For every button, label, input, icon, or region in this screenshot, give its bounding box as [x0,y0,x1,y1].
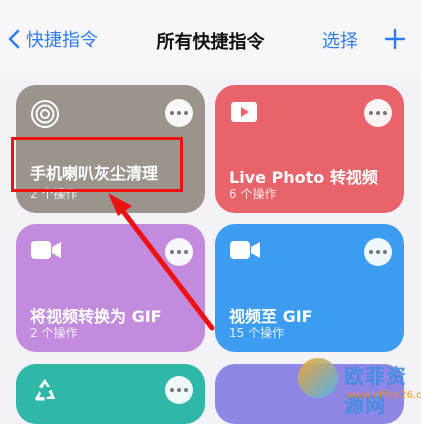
radio-wave-icon [30,99,60,133]
more-button[interactable] [364,99,392,127]
video-camera-icon [229,238,261,266]
recycle-icon [30,376,60,410]
more-button[interactable] [165,99,193,127]
shortcut-action-count: 6 个操作 [229,187,277,201]
shortcut-card-video-gif[interactable]: 视频至 GIF 15 个操作 [215,224,404,352]
watermark-logo-icon [298,358,338,398]
select-button[interactable]: 选择 [322,27,358,53]
play-icon [229,99,259,129]
watermark-url: www.office26.com [346,390,421,401]
shortcut-card-live-photo[interactable]: Live Photo 转视频 6 个操作 [215,85,404,213]
highlight-box [11,137,183,192]
watermark: 欧菲资源网 www.office26.com [288,352,421,417]
plus-icon [384,28,406,50]
add-button[interactable] [384,28,406,54]
shortcut-action-count: 2 个操作 [30,326,78,340]
navigation-bar: 快捷指令 所有快捷指令 选择 [0,0,421,78]
watermark-text: 欧菲资源网 [344,364,407,417]
shortcut-card-video-to-gif[interactable]: 将视频转换为 GIF 2 个操作 [16,224,205,352]
more-button[interactable] [165,376,193,404]
shortcut-card-recycle[interactable] [16,364,205,424]
more-button[interactable] [165,238,193,266]
more-button[interactable] [364,238,392,266]
shortcut-action-count: 15 个操作 [229,326,285,340]
video-camera-icon [30,238,62,266]
